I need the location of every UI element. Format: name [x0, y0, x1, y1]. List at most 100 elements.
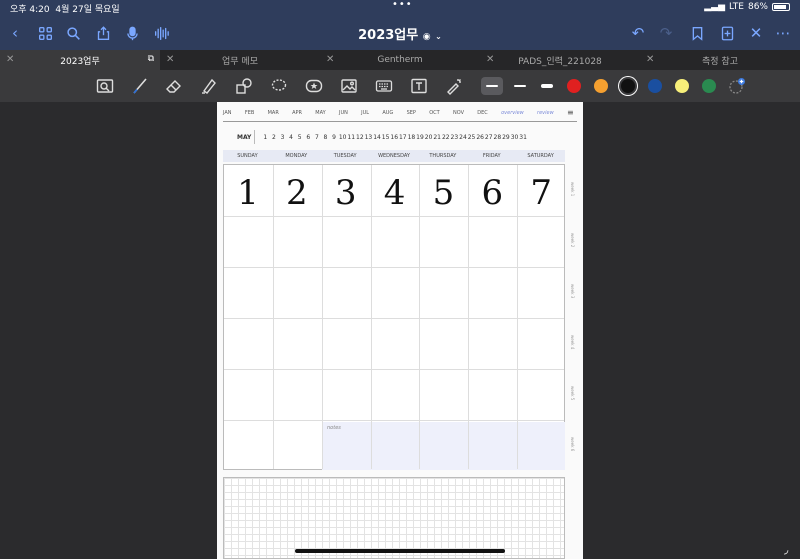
overview-link[interactable]: overview [501, 110, 524, 118]
week-label[interactable]: week 4 [570, 335, 575, 349]
close-tab-icon[interactable]: ✕ [6, 54, 14, 65]
resize-corner-icon[interactable]: ◞ [784, 543, 788, 556]
month-link-sep[interactable]: SEP [407, 110, 416, 118]
more-icon[interactable]: ⋯ [774, 24, 792, 42]
date-link[interactable]: 30 [510, 134, 519, 141]
handwritten-digit: 3 [334, 173, 357, 213]
stroke-medium[interactable] [509, 77, 531, 95]
tab-work-memo[interactable]: ✕ 업무 메모 [160, 50, 320, 70]
color-yellow[interactable] [675, 79, 689, 93]
undo-icon[interactable]: ↶ [629, 24, 647, 42]
month-link-feb[interactable]: FEB [245, 110, 254, 118]
month-link-nov[interactable]: NOV [453, 110, 464, 118]
stroke-thick[interactable] [536, 77, 558, 95]
bookmark-icon[interactable] [688, 24, 706, 42]
date-link[interactable]: 2 [270, 134, 279, 141]
date-link[interactable]: 5 [295, 134, 304, 141]
close-icon[interactable]: ✕ [747, 24, 765, 42]
sticker-star-icon[interactable] [304, 76, 324, 96]
pen-icon[interactable] [130, 76, 150, 96]
date-link[interactable]: 10 [338, 134, 347, 141]
review-link[interactable]: review [537, 110, 554, 118]
date-link[interactable]: 28 [493, 134, 502, 141]
date-link[interactable]: 7 [313, 134, 322, 141]
date-link[interactable]: 25 [467, 134, 476, 141]
add-color-icon[interactable] [727, 76, 747, 96]
tab-pads[interactable]: ✕ PADS_인력_221028 [480, 50, 640, 70]
eraser-icon[interactable] [164, 76, 184, 96]
document-title[interactable]: 2023업무 ◉ ⌄ [0, 24, 800, 43]
text-box-icon[interactable] [409, 76, 429, 96]
date-link[interactable]: 19 [416, 134, 425, 141]
date-link[interactable]: 29 [502, 134, 511, 141]
date-link[interactable]: 21 [433, 134, 442, 141]
color-orange[interactable] [594, 79, 608, 93]
planner-page[interactable]: JAN FEB MAR APR MAY JUN JUL AUG SEP OCT NOV DEC over… [217, 102, 583, 559]
date-link[interactable]: 12 [356, 134, 365, 141]
week-label[interactable]: week 5 [570, 386, 575, 400]
date-link[interactable]: 1 [261, 134, 270, 141]
date-link[interactable]: 8 [321, 134, 330, 141]
date-link[interactable]: 18 [407, 134, 416, 141]
color-blue[interactable] [648, 79, 662, 93]
date-link[interactable]: 20 [424, 134, 433, 141]
add-page-icon[interactable] [718, 24, 736, 42]
hamburger-menu-icon[interactable]: ≡ [567, 108, 574, 117]
shapes-icon[interactable] [234, 76, 254, 96]
month-link-aug[interactable]: AUG [382, 110, 393, 118]
date-link[interactable]: 16 [390, 134, 399, 141]
monthly-calendar-grid[interactable]: notes 1234567 [223, 164, 565, 470]
month-link-jun[interactable]: JUN [339, 110, 348, 118]
grid-paper-page[interactable] [223, 477, 565, 559]
close-tab-icon[interactable]: ✕ [166, 54, 174, 65]
close-tab-icon[interactable]: ✕ [326, 54, 334, 65]
week-label[interactable]: week 6 [570, 437, 575, 451]
tab-measurement-reference[interactable]: ✕ 측정 참고 [640, 50, 800, 70]
month-link-jan[interactable]: JAN [223, 110, 232, 118]
date-link[interactable]: 24 [459, 134, 468, 141]
month-link-dec[interactable]: DEC [477, 110, 488, 118]
date-link[interactable]: 31 [519, 134, 528, 141]
keyboard-icon[interactable] [374, 76, 394, 96]
week-label[interactable]: week 2 [570, 233, 575, 247]
image-icon[interactable] [339, 76, 359, 96]
close-tab-icon[interactable]: ✕ [646, 54, 654, 65]
color-black[interactable] [621, 79, 635, 93]
tab-2023-work[interactable]: ✕ 2023업무 ⧉ [0, 50, 160, 70]
lasso-icon[interactable] [269, 76, 289, 96]
stroke-thin[interactable] [481, 77, 503, 95]
date-link[interactable]: 17 [399, 134, 408, 141]
highlighter-icon[interactable] [199, 76, 219, 96]
multitask-dots[interactable]: ••• [392, 0, 413, 10]
date-link[interactable]: 13 [364, 134, 373, 141]
close-tab-icon[interactable]: ✕ [486, 54, 494, 65]
color-green[interactable] [702, 79, 716, 93]
date-link[interactable]: 22 [441, 134, 450, 141]
home-indicator[interactable] [295, 549, 505, 553]
date-link[interactable]: 4 [287, 134, 296, 141]
color-red[interactable] [567, 79, 581, 93]
tab-gentherm[interactable]: ✕ Gentherm [320, 50, 480, 70]
month-link-mar[interactable]: MAR [268, 110, 279, 118]
date-link[interactable]: 11 [347, 134, 356, 141]
month-link-oct[interactable]: OCT [429, 110, 439, 118]
date-link[interactable]: 9 [330, 134, 339, 141]
redo-icon[interactable]: ↷ [657, 24, 675, 42]
date-link[interactable]: 6 [304, 134, 313, 141]
navigation-bar: ‹ 2023업무 ◉ ⌄ ↶ ↷ ✕ ⋯ [0, 16, 800, 50]
laser-pointer-icon[interactable] [444, 76, 464, 96]
week-label[interactable]: week 3 [570, 284, 575, 298]
month-link-apr[interactable]: APR [292, 110, 302, 118]
date-link[interactable]: 26 [476, 134, 485, 141]
tab-options-icon[interactable]: ⧉ [148, 54, 154, 64]
date-link[interactable]: 3 [278, 134, 287, 141]
date-link[interactable]: 27 [484, 134, 493, 141]
date-link[interactable]: 23 [450, 134, 459, 141]
zoom-window-icon[interactable] [95, 76, 115, 96]
month-link-jul[interactable]: JUL [361, 110, 369, 118]
date-link[interactable]: 15 [381, 134, 390, 141]
month-link-may[interactable]: MAY [315, 110, 325, 118]
week-label[interactable]: week 1 [570, 182, 575, 196]
date-link[interactable]: 14 [373, 134, 382, 141]
notes-area[interactable]: notes [322, 422, 565, 470]
